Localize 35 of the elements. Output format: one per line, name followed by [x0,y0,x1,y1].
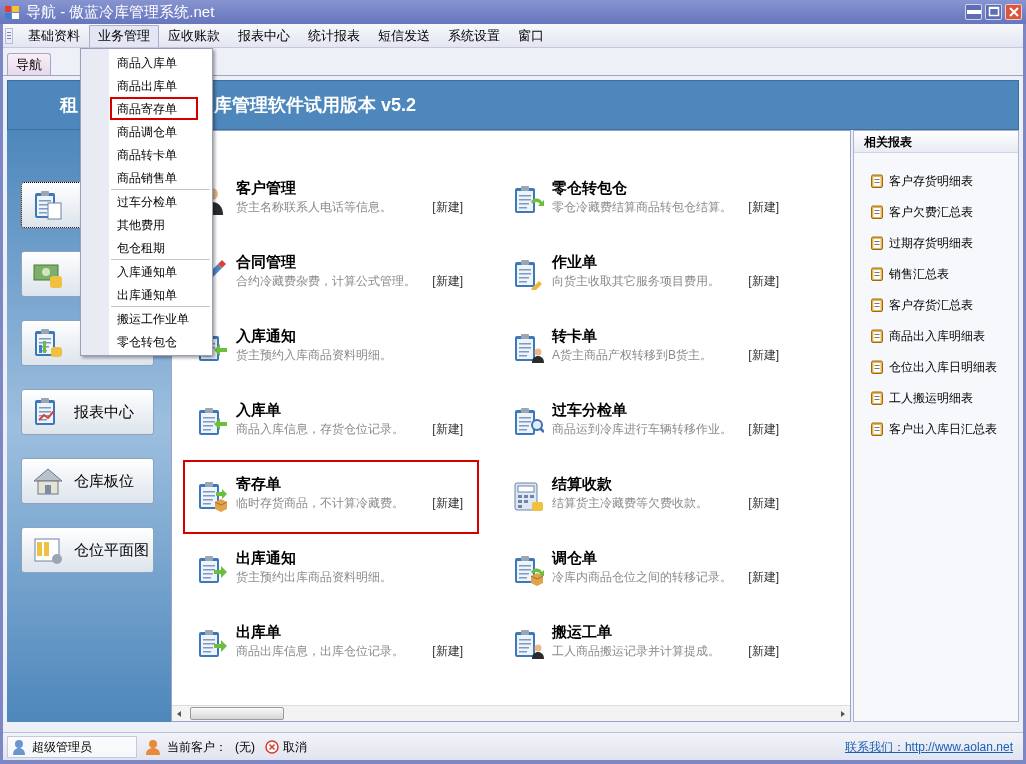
module-title: 合同管理 [236,252,297,272]
module-title: 作业单 [552,252,598,272]
module-title: 过车分检单 [552,400,628,420]
module-description: 临时存货商品，不计算冷藏费。 [236,495,404,512]
panel-title: 相关报表 [864,133,912,151]
module-title: 出库通知 [236,548,297,568]
module-title: 零仓转包仓 [552,178,628,198]
banner-text: 租 [60,93,78,117]
module-description: 零仓冷藏费结算商品转包仓结算。 [552,199,732,216]
module-description: 结算货主冷藏费等欠费收款。 [552,495,708,512]
window-title: 导航 - 傲蓝冷库管理系统.net [26,1,215,22]
module-description: 货主预约入库商品资料明细。 [236,347,392,364]
module-description: 冷库内商品仓位之间的转移记录。 [552,569,732,586]
module-title: 搬运工单 [552,622,613,642]
status-value: (无) [235,738,255,756]
module-description: 商品运到冷库进行车辆转移作业。 [552,421,732,438]
module-title: 入库单 [236,400,282,420]
module-description: 商品出库信息，出库仓位记录。 [236,643,404,660]
module-description: 向货主收取其它服务项目费用。 [552,273,720,290]
module-description: A货主商品产权转移到B货主。 [552,347,712,364]
module-description: 商品入库信息，存货仓位记录。 [236,421,404,438]
module-description: 合约冷藏费杂费，计算公式管理。 [236,273,416,290]
status-label: 当前客户： [167,738,227,756]
module-title: 客户管理 [236,178,297,198]
module-description: 货主名称联系人电话等信息。 [236,199,392,216]
banner-text: 库管理软件试用版本 v5.2 [214,93,417,117]
module-title: 寄存单 [236,474,282,494]
module-description: 货主预约出库商品资料明细。 [236,569,392,586]
module-title: 入库通知 [236,326,297,346]
user-name: 超级管理员 [32,738,92,756]
module-title: 转卡单 [552,326,598,346]
module-title: 出库单 [236,622,282,642]
module-description: 工人商品搬运记录并计算提成。 [552,643,720,660]
module-title: 调仓单 [552,548,598,568]
module-title: 结算收款 [552,474,613,494]
